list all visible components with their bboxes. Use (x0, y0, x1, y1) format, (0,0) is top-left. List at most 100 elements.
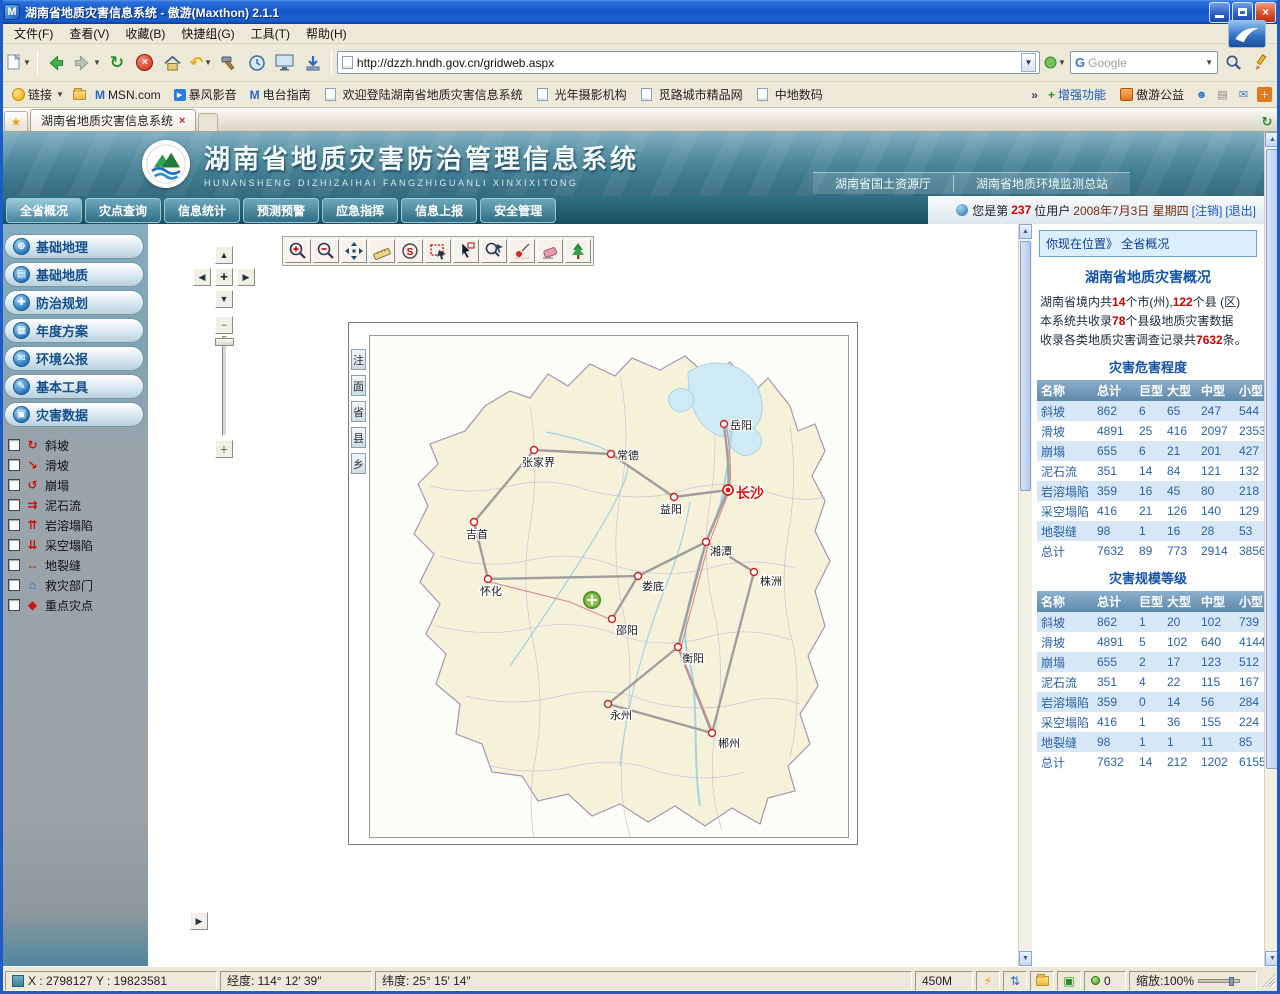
notes-icon[interactable]: ▤ (1215, 87, 1230, 102)
layer-checkbox[interactable] (8, 579, 20, 591)
measure-tool[interactable] (369, 239, 395, 263)
layer-checkbox[interactable] (8, 479, 20, 491)
link-radio-guide[interactable]: M电台指南 (246, 84, 315, 105)
zoom-slider-track[interactable] (222, 336, 227, 436)
nav-tab-query[interactable]: 灾点查询 (85, 198, 161, 223)
new-tab-button[interactable]: ▼ (6, 49, 32, 77)
menu-view[interactable]: 查看(V) (61, 23, 117, 44)
search-engine-dropdown[interactable]: ▼ (1205, 58, 1213, 67)
layer-checkbox[interactable] (8, 599, 20, 611)
content-scrollbar[interactable]: ▲ ▼ (1018, 224, 1032, 966)
eraser-tool[interactable] (537, 239, 563, 263)
proxy-icon[interactable]: ⇅ (1003, 971, 1027, 991)
legend-tree-tool[interactable] (565, 239, 591, 263)
search-box[interactable]: G Google ▼ (1070, 51, 1218, 74)
layer-checkbox[interactable] (8, 499, 20, 511)
download-icon[interactable] (300, 49, 326, 77)
home-button[interactable] (160, 49, 186, 77)
scroll-thumb[interactable] (1266, 149, 1279, 769)
layer-checkbox[interactable] (8, 559, 20, 571)
tab-list-refresh-icon[interactable]: ↻ (1258, 113, 1276, 131)
nav-tab-report[interactable]: 信息上报 (401, 198, 477, 223)
scroll-up-icon[interactable]: ▲ (1019, 224, 1032, 239)
screen-capture-icon[interactable] (272, 49, 298, 77)
zoom-in-tool[interactable] (285, 239, 311, 263)
map-tab-county[interactable]: 县 (351, 427, 366, 448)
chat-icon[interactable]: ✉ (1236, 87, 1251, 102)
pan-left-button[interactable]: ◀ (193, 268, 211, 286)
link-hunan-geohazard[interactable]: 欢迎登陆湖南省地质灾害信息系统 (320, 84, 527, 105)
link-land-resources-dept[interactable]: 湖南省国土资源厅 (813, 175, 953, 192)
sidebar-item-base-geography[interactable]: ⊕基础地理 (4, 234, 144, 259)
link-storm-player[interactable]: ▶暴风影音 (170, 84, 241, 105)
menu-favorites[interactable]: 收藏(B) (117, 23, 173, 44)
highlighter-icon[interactable] (1248, 49, 1274, 77)
exit-link[interactable]: [退出] (1225, 202, 1256, 219)
minimize-button[interactable] (1209, 2, 1230, 23)
link-photo-studio[interactable]: 光年摄影机构 (532, 84, 631, 105)
scroll-thumb[interactable] (1020, 241, 1031, 491)
pan-tool[interactable] (341, 239, 367, 263)
boost-icon[interactable]: ⚡ (976, 971, 1000, 991)
menu-groups[interactable]: 快捷组(G) (173, 23, 242, 44)
blocked-counter[interactable]: 0 (1084, 971, 1126, 991)
map-tab-province[interactable]: 省 (351, 401, 366, 422)
maxthon-sidebar-icon[interactable] (1228, 20, 1266, 48)
identify-tool[interactable] (481, 239, 507, 263)
nav-tab-forecast[interactable]: 预测预警 (243, 198, 319, 223)
pan-right-button[interactable]: ▶ (237, 268, 255, 286)
nav-tab-emergency[interactable]: 应急指挥 (322, 198, 398, 223)
history-icon[interactable] (244, 49, 270, 77)
monitor-icon[interactable]: ▣ (1057, 971, 1081, 991)
gift-icon[interactable]: ＋ (1257, 87, 1272, 102)
link-city-boutique[interactable]: 觅路城市精品网 (636, 84, 747, 105)
charity-button[interactable]: 傲游公益 (1116, 84, 1188, 105)
select-rect-tool[interactable] (425, 239, 451, 263)
select-circle-tool[interactable]: S (397, 239, 423, 263)
scroll-right-button[interactable]: ▶ (190, 912, 208, 930)
nav-tab-security[interactable]: 安全管理 (480, 198, 556, 223)
sidebar-item-annual-scheme[interactable]: ▦年度方案 (4, 318, 144, 343)
zoom-slider-thumb[interactable] (215, 338, 234, 346)
scroll-down-icon[interactable]: ▼ (1265, 951, 1280, 966)
stop-button[interactable]: × (132, 49, 158, 77)
map-tab-town[interactable]: 乡 (351, 453, 366, 474)
search-icon[interactable] (1220, 49, 1246, 77)
sidebar-item-env-bulletin[interactable]: ✉环境公报 (4, 346, 144, 371)
zoom-slider-minus-button[interactable]: − (215, 316, 233, 334)
menu-tools[interactable]: 工具(T) (243, 23, 298, 44)
resize-grip[interactable] (1262, 974, 1275, 987)
sidebar-item-disaster-data[interactable]: ▣灾害数据 (4, 402, 144, 427)
zoom-control[interactable]: 缩放:100% (1129, 971, 1257, 991)
ad-hunter-icon[interactable] (216, 49, 242, 77)
scroll-up-icon[interactable]: ▲ (1265, 132, 1280, 147)
layer-checkbox[interactable] (8, 439, 20, 451)
mark-point-tool[interactable] (509, 239, 535, 263)
address-input[interactable] (357, 56, 1021, 70)
pan-up-button[interactable]: ▲ (215, 246, 233, 264)
layer-checkbox[interactable] (8, 459, 20, 471)
map-tab-polygon[interactable]: 面 (351, 375, 366, 396)
zoom-slider[interactable] (1198, 979, 1240, 983)
user-icon[interactable]: ☻ (1194, 87, 1209, 102)
browser-scrollbar[interactable]: ▲ ▼ (1264, 132, 1280, 966)
pointer-tool[interactable] (453, 239, 479, 263)
pan-center-button[interactable]: ✚ (215, 268, 233, 286)
tab-active[interactable]: 湖南省地质灾害信息系统 × (30, 109, 196, 131)
logout-link[interactable]: [注销] (1192, 202, 1223, 219)
go-button[interactable]: ▼ (1042, 49, 1068, 77)
menu-help[interactable]: 帮助(H) (298, 23, 355, 44)
folder-icon[interactable] (73, 90, 86, 100)
map-canvas[interactable]: 张家界 常德 岳阳 益阳 吉首 湘潭 株洲 娄底 怀化 邵阳 (369, 335, 849, 838)
zoom-out-tool[interactable] (313, 239, 339, 263)
favorites-panel-button[interactable]: ★ (4, 111, 28, 131)
new-tab-stub[interactable] (198, 113, 218, 131)
back-button[interactable] (43, 49, 69, 77)
link-msn[interactable]: MMSN.com (91, 86, 165, 104)
links-menu[interactable]: 链接▼ (8, 84, 68, 105)
refresh-button[interactable]: ↻ (104, 49, 130, 77)
menu-file[interactable]: 文件(F) (6, 23, 61, 44)
sidebar-item-basic-tools[interactable]: ✎基本工具 (4, 374, 144, 399)
nav-tab-overview[interactable]: 全省概况 (6, 198, 82, 223)
link-geo-env-station[interactable]: 湖南省地质环境监测总站 (953, 175, 1130, 192)
